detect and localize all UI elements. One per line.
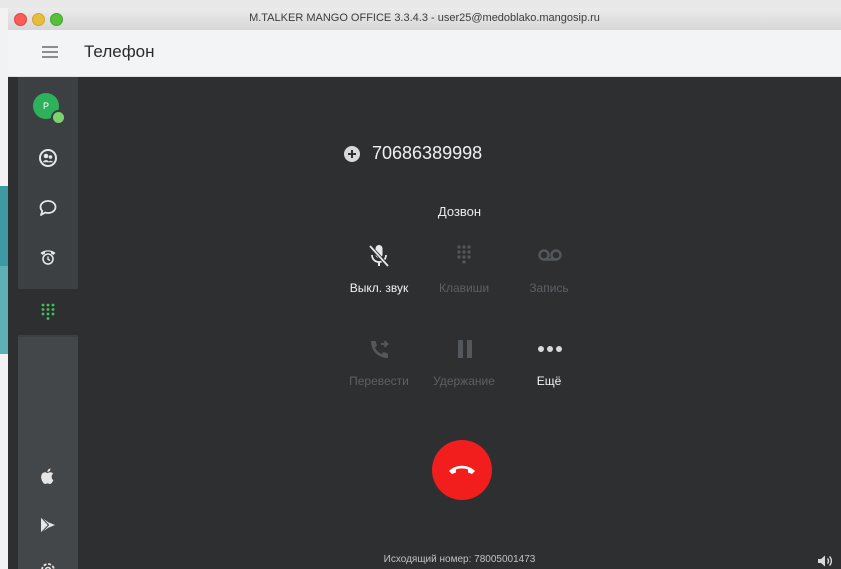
dialpad-icon xyxy=(41,303,55,320)
transfer-button[interactable]: Перевести xyxy=(339,336,419,396)
gear-icon xyxy=(41,563,55,569)
app-window: M.TALKER MANGO OFFICE 3.3.4.3 - user25@m… xyxy=(8,8,841,569)
sidebar-item-dialpad[interactable] xyxy=(18,289,78,335)
more-button[interactable]: Ещё xyxy=(509,336,589,396)
hang-up-button[interactable] xyxy=(432,440,492,500)
keypad-label: Клавиши xyxy=(438,281,490,295)
more-label: Ещё xyxy=(536,374,562,388)
sidebar-item-settings[interactable] xyxy=(18,547,78,569)
sidebar-item-apple[interactable] xyxy=(18,453,78,499)
contacts-icon xyxy=(39,149,57,167)
speaker-volume-icon[interactable] xyxy=(817,554,833,569)
sidebar-item-google-play[interactable] xyxy=(18,502,78,548)
transfer-call-icon xyxy=(371,340,389,358)
call-history-icon xyxy=(40,250,56,265)
presence-status-icon xyxy=(51,110,66,125)
outgoing-number: Исходящий номер: 78005001473 xyxy=(383,554,536,565)
keypad-icon xyxy=(457,245,471,264)
window-title: M.TALKER MANGO OFFICE 3.3.4.3 - user25@m… xyxy=(249,12,600,24)
sidebar-item-history[interactable] xyxy=(18,233,78,279)
record-label: Запись xyxy=(529,281,569,295)
transfer-label: Перевести xyxy=(349,374,409,388)
google-play-icon xyxy=(40,516,55,534)
chat-icon xyxy=(39,200,57,216)
voicemail-icon xyxy=(538,249,562,261)
hang-up-phone-icon xyxy=(449,465,475,474)
mic-off-icon xyxy=(368,244,390,268)
record-button[interactable]: Запись xyxy=(509,243,589,303)
apple-icon xyxy=(41,468,54,484)
call-panel: 70686389998 Дозвон Выкл. звук Клавиши За… xyxy=(78,77,841,569)
background-app-strip xyxy=(0,0,841,8)
sidebar-item-chats[interactable] xyxy=(18,185,78,231)
pause-icon xyxy=(458,340,472,358)
title-bar: M.TALKER MANGO OFFICE 3.3.4.3 - user25@m… xyxy=(8,8,841,31)
app-header: Телефон xyxy=(8,30,841,77)
page-title: Телефон xyxy=(84,42,155,61)
hamburger-menu-icon[interactable] xyxy=(42,46,58,58)
add-contact-icon[interactable] xyxy=(344,146,360,162)
hold-button[interactable]: Удержание xyxy=(424,336,504,396)
mute-button[interactable]: Выкл. звук xyxy=(339,243,419,303)
more-dots-icon xyxy=(538,346,562,352)
hold-label: Удержание xyxy=(433,374,495,388)
mute-label: Выкл. звук xyxy=(349,281,409,295)
dialed-number: 70686389998 xyxy=(372,143,483,163)
keypad-button[interactable]: Клавиши xyxy=(424,243,504,303)
sidebar: P xyxy=(18,77,78,569)
background-app-panel-dark xyxy=(0,186,8,266)
call-status: Дозвон xyxy=(437,204,482,219)
sidebar-item-contacts[interactable] xyxy=(18,135,78,181)
